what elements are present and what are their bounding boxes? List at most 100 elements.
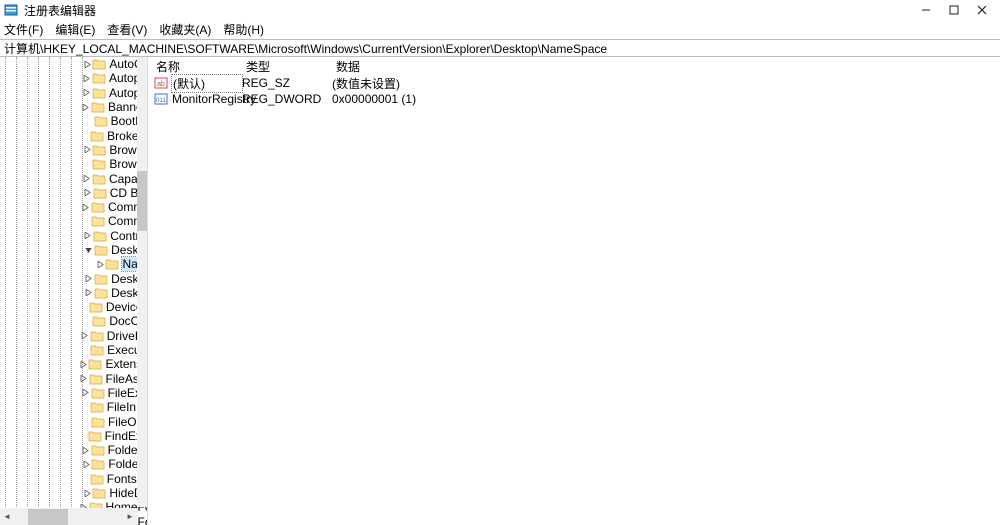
folder-icon bbox=[92, 158, 106, 170]
tree-item[interactable]: DocObj bbox=[0, 314, 147, 328]
scrollbar-thumb[interactable] bbox=[28, 509, 68, 525]
folder-icon bbox=[91, 458, 105, 470]
scrollbar-thumb[interactable] bbox=[137, 171, 147, 231]
value-data: 0x00000001 (1) bbox=[332, 92, 1000, 106]
tree-item[interactable]: AutoCo bbox=[0, 57, 147, 71]
column-type[interactable]: 类型 bbox=[238, 58, 328, 75]
tree-item[interactable]: Browse bbox=[0, 143, 147, 157]
expand-arrow-icon[interactable] bbox=[79, 375, 87, 382]
menu-edit[interactable]: 编辑(E) bbox=[55, 21, 95, 38]
expand-arrow-icon[interactable] bbox=[83, 75, 91, 82]
tree-item[interactable]: BootLo bbox=[0, 114, 147, 128]
tree-item[interactable]: Control bbox=[0, 229, 147, 243]
tree-item[interactable]: FolderD bbox=[0, 443, 147, 457]
tree-item[interactable]: BrokerE bbox=[0, 128, 147, 142]
close-button[interactable] bbox=[968, 0, 996, 20]
folder-icon bbox=[90, 473, 104, 485]
tree-item[interactable]: Commo bbox=[0, 214, 147, 228]
expand-arrow-icon[interactable] bbox=[83, 61, 91, 68]
tree-item[interactable]: FileExts bbox=[0, 386, 147, 400]
tree-item[interactable]: FolderT bbox=[0, 457, 147, 471]
folder-icon bbox=[90, 130, 104, 142]
tree-item[interactable]: FontsFo bbox=[0, 472, 147, 486]
tree-item[interactable]: Deskto bbox=[0, 243, 147, 257]
value-type: REG_DWORD bbox=[242, 92, 332, 106]
window-title: 注册表编辑器 bbox=[24, 2, 96, 19]
expand-arrow-icon[interactable] bbox=[83, 146, 91, 153]
expand-arrow-icon[interactable] bbox=[83, 490, 91, 497]
expand-arrow-icon[interactable] bbox=[96, 261, 105, 268]
value-type: REG_SZ bbox=[242, 76, 332, 90]
tree-item[interactable]: CD Bur bbox=[0, 186, 147, 200]
tree-item[interactable]: Deskto bbox=[0, 271, 147, 285]
menu-view[interactable]: 查看(V) bbox=[107, 21, 147, 38]
svg-text:ab: ab bbox=[157, 81, 165, 88]
folder-icon bbox=[90, 330, 104, 342]
titlebar: 注册表编辑器 bbox=[0, 0, 1000, 20]
folder-icon bbox=[94, 287, 108, 299]
tree-item[interactable]: Extensio bbox=[0, 357, 147, 371]
svg-text:011: 011 bbox=[156, 97, 167, 104]
tree-item[interactable]: Autopla bbox=[0, 71, 147, 85]
expand-arrow-icon[interactable] bbox=[81, 447, 89, 454]
expand-arrow-icon[interactable] bbox=[83, 175, 91, 182]
tree-item[interactable]: Comma bbox=[0, 200, 147, 214]
tree-item[interactable]: Execute bbox=[0, 343, 147, 357]
tree-item[interactable]: Nam bbox=[0, 257, 147, 271]
tree-item[interactable]: Autopla bbox=[0, 86, 147, 100]
tree-body[interactable]: AutoCoAutoplaAutoplaBanner!BootLoBrokerE… bbox=[0, 57, 147, 525]
value-data: (数值未设置) bbox=[332, 75, 1000, 92]
menu-favorites[interactable]: 收藏夹(A) bbox=[159, 21, 211, 38]
expand-arrow-icon[interactable] bbox=[83, 189, 92, 196]
tree-vertical-scrollbar[interactable] bbox=[137, 57, 147, 507]
folder-icon bbox=[93, 187, 107, 199]
value-row[interactable]: 011MonitorRegistryREG_DWORD0x00000001 (1… bbox=[148, 91, 1000, 107]
minimize-button[interactable] bbox=[912, 0, 940, 20]
expand-arrow-icon[interactable] bbox=[81, 389, 89, 396]
folder-icon bbox=[91, 387, 105, 399]
expand-arrow-icon[interactable] bbox=[85, 289, 94, 296]
scroll-left-button[interactable]: ◄ bbox=[0, 509, 14, 525]
address-text: 计算机\HKEY_LOCAL_MACHINE\SOFTWARE\Microsof… bbox=[4, 40, 607, 57]
tree-item[interactable]: FindExte bbox=[0, 429, 147, 443]
tree-item[interactable]: Capabil bbox=[0, 171, 147, 185]
menu-help[interactable]: 帮助(H) bbox=[223, 21, 264, 38]
expand-arrow-icon[interactable] bbox=[81, 332, 89, 339]
tree-item[interactable]: FileInUs bbox=[0, 400, 147, 414]
expand-arrow-icon[interactable] bbox=[82, 204, 90, 211]
expand-arrow-icon[interactable] bbox=[84, 232, 93, 239]
folder-icon bbox=[92, 72, 106, 84]
tree-item[interactable]: DriveIco bbox=[0, 329, 147, 343]
values-body[interactable]: ab (默认)REG_SZ(数值未设置)011MonitorRegistryREG… bbox=[148, 75, 1000, 107]
folder-icon bbox=[92, 58, 106, 70]
value-row[interactable]: ab (默认)REG_SZ(数值未设置) bbox=[148, 75, 1000, 91]
folder-icon bbox=[92, 144, 106, 156]
scroll-right-button[interactable]: ► bbox=[123, 509, 137, 525]
tree-item[interactable]: HideDe bbox=[0, 486, 147, 500]
tree-item[interactable]: FileOpe bbox=[0, 414, 147, 428]
expand-arrow-icon[interactable] bbox=[82, 104, 90, 111]
expand-arrow-icon[interactable] bbox=[79, 361, 87, 368]
expand-arrow-icon[interactable] bbox=[83, 89, 91, 96]
tree-item[interactable]: Deskto bbox=[0, 286, 147, 300]
tree-horizontal-scrollbar[interactable]: ◄ ► bbox=[0, 508, 137, 525]
content: AutoCoAutoplaAutoplaBanner!BootLoBrokerE… bbox=[0, 57, 1000, 525]
folder-icon bbox=[88, 430, 102, 442]
column-name[interactable]: 名称 bbox=[148, 58, 238, 75]
folder-icon bbox=[89, 373, 103, 385]
tree-item[interactable]: DeviceU bbox=[0, 300, 147, 314]
column-data[interactable]: 数据 bbox=[328, 58, 1000, 75]
expand-arrow-icon[interactable] bbox=[85, 275, 94, 282]
collapse-arrow-icon[interactable] bbox=[85, 247, 94, 254]
maximize-button[interactable] bbox=[940, 0, 968, 20]
value-name: (默认) bbox=[172, 75, 242, 92]
tree-item[interactable]: Browse bbox=[0, 157, 147, 171]
menu-file[interactable]: 文件(F) bbox=[4, 21, 43, 38]
expand-arrow-icon[interactable] bbox=[82, 461, 90, 468]
tree-item[interactable]: Banner! bbox=[0, 100, 147, 114]
address-bar[interactable]: 计算机\HKEY_LOCAL_MACHINE\SOFTWARE\Microsof… bbox=[0, 39, 1000, 57]
folder-icon bbox=[94, 273, 108, 285]
folder-icon bbox=[94, 244, 108, 256]
folder-icon bbox=[90, 344, 104, 356]
tree-item[interactable]: FileAsso bbox=[0, 372, 147, 386]
